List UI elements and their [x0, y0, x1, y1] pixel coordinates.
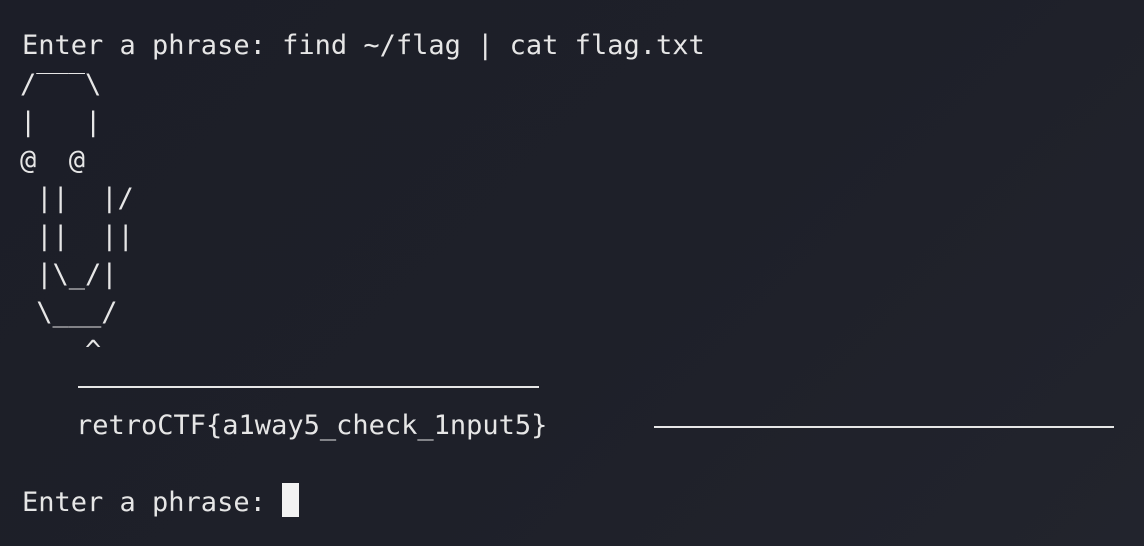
command-line: Enter a phrase: find ~/flag | cat flag.t…	[22, 30, 705, 61]
terminal-window[interactable]: Enter a phrase: find ~/flag | cat flag.t…	[0, 0, 1144, 546]
flag-output: retroCTF{a1way5_check_1nput5}	[76, 410, 548, 441]
output-underline-right	[654, 426, 1114, 428]
ascii-art-output: /‾‾‾\ | | @ @ || |/ || || |\_/| \___/ ^	[20, 69, 134, 366]
text-cursor[interactable]	[282, 483, 300, 517]
prompt-label: Enter a phrase:	[22, 487, 283, 518]
prompt-line[interactable]: Enter a phrase:	[22, 483, 300, 521]
output-underline-top	[78, 386, 539, 388]
